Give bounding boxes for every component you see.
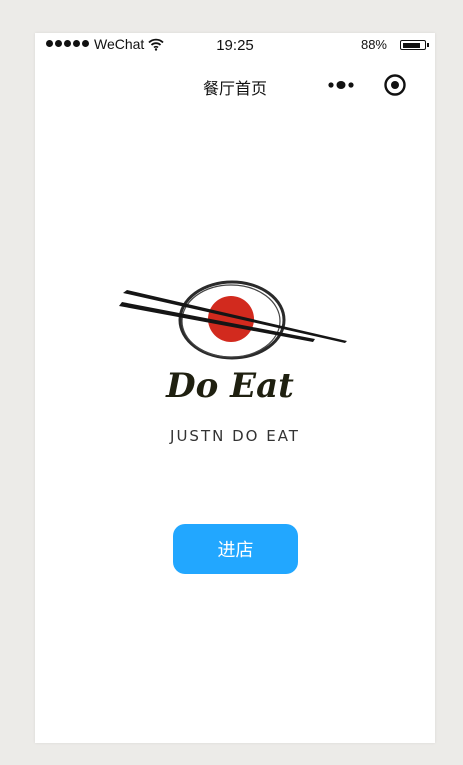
battery-fill bbox=[402, 42, 421, 48]
battery-percent: 88% bbox=[360, 37, 387, 52]
enter-store-button[interactable]: 进店 bbox=[173, 524, 298, 574]
chopsticks-bowl-logo: Do Eat JUSTN DO EAT bbox=[119, 280, 347, 445]
page-title: 餐厅首页 bbox=[202, 81, 267, 98]
restaurant-logo: Do Eat JUSTN DO EAT bbox=[115, 273, 355, 463]
status-bar: WeChat 19:25 88% bbox=[35, 33, 435, 57]
battery-icon bbox=[400, 40, 429, 50]
brand-name: Do Eat bbox=[165, 366, 294, 406]
navigation-bar: 餐厅首页 bbox=[35, 63, 435, 107]
brand-tagline: JUSTN DO EAT bbox=[169, 427, 300, 445]
target-circle-icon[interactable] bbox=[383, 73, 407, 97]
phone-screen: WeChat 19:25 88% 餐厅首页 Do Eat JUSTN DO EA… bbox=[35, 33, 435, 743]
more-dots-icon[interactable] bbox=[327, 79, 357, 91]
